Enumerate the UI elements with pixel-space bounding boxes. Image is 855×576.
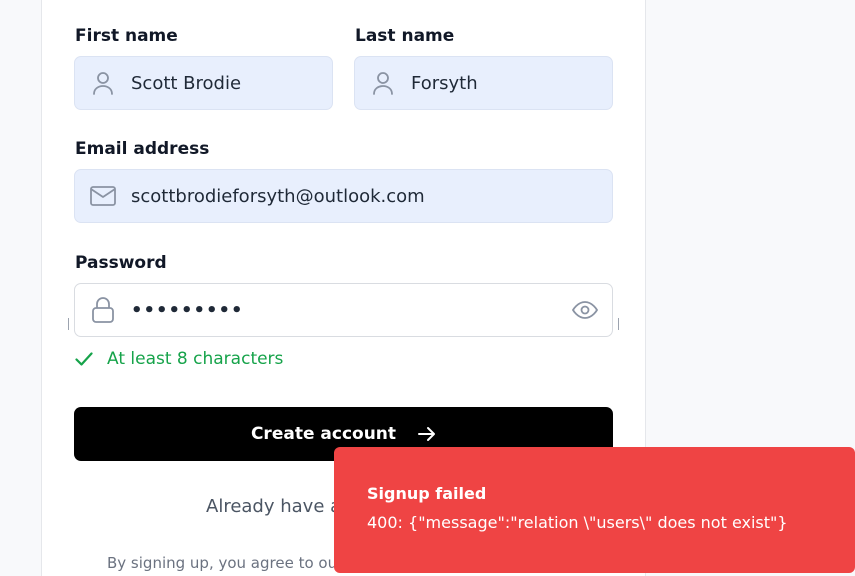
email-input[interactable]: scottbrodieforsyth@outlook.com [74,169,613,223]
email-label: Email address [75,139,210,159]
first-name-value: Scott Brodie [131,72,242,94]
lock-icon [75,284,131,336]
user-icon [75,57,131,109]
user-icon [355,57,411,109]
mail-icon [75,170,131,222]
toast-message: 400: {"message":"relation \"users\" does… [367,513,788,532]
password-input[interactable]: ••••••••• [74,283,613,337]
toast-title: Signup failed [367,484,487,503]
last-name-label: Last name [355,26,455,46]
eye-icon[interactable] [572,284,598,336]
password-value: ••••••••• [131,299,244,321]
email-value: scottbrodieforsyth@outlook.com [131,185,425,207]
password-hint-text: At least 8 characters [107,349,284,369]
error-toast[interactable]: Signup failed 400: {"message":"relation … [334,447,855,573]
terms-text: By signing up, you agree to our [107,554,344,572]
last-name-value: Forsyth [411,72,478,94]
login-prompt: Already have an [206,496,353,517]
arrow-right-icon [418,426,436,442]
resize-tick-left [68,318,69,330]
first-name-label: First name [75,26,178,46]
last-name-input[interactable]: Forsyth [354,56,613,110]
first-name-input[interactable]: Scott Brodie [74,56,333,110]
check-icon [75,352,93,366]
resize-tick-right [618,318,619,330]
password-label: Password [75,253,167,273]
create-account-label: Create account [250,424,397,444]
password-hint: At least 8 characters [75,349,283,369]
